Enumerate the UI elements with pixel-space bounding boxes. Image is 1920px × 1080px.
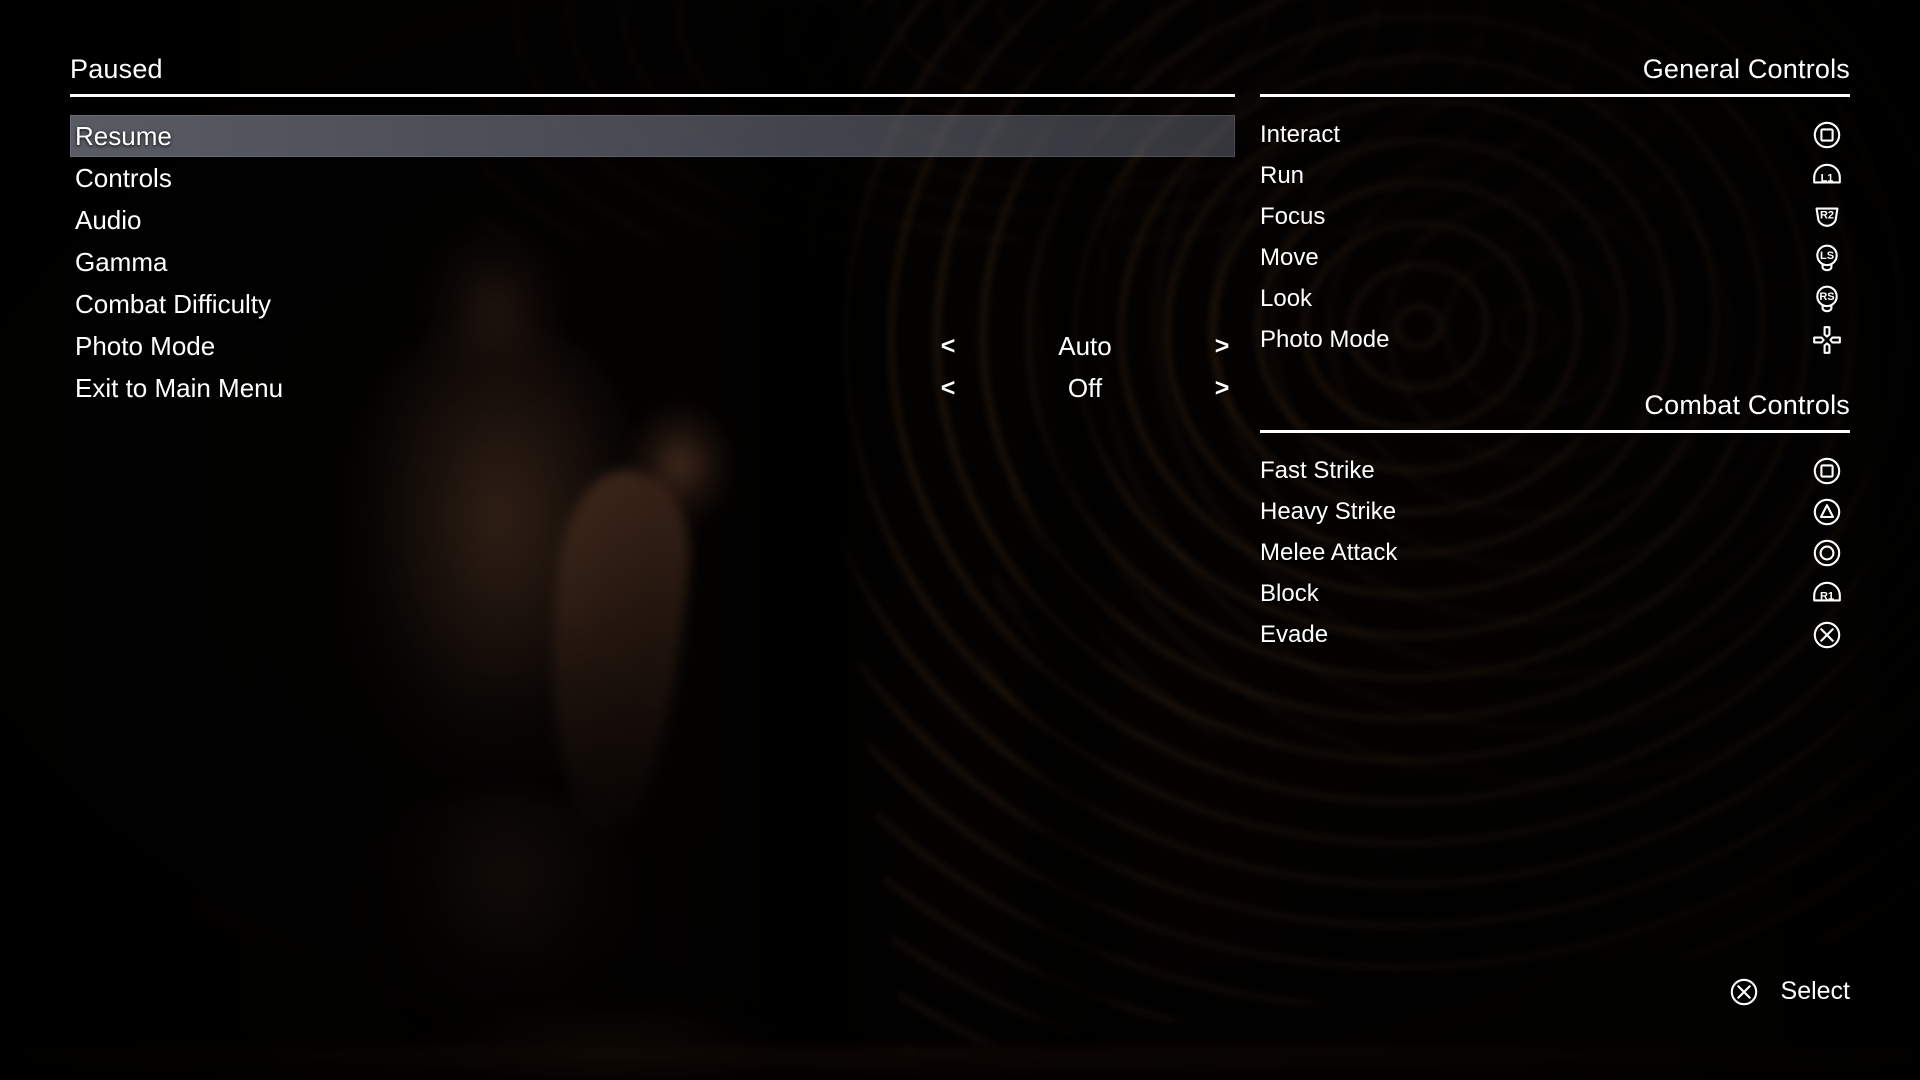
ps-square-button-icon [1804, 114, 1850, 155]
svg-text:R2: R2 [1820, 209, 1834, 221]
controls-section-divider [1260, 430, 1850, 433]
control-binding-row: Interact [1260, 114, 1850, 155]
controls-section-title: Combat Controls [1644, 390, 1850, 420]
control-binding-action: Photo Mode [1260, 325, 1390, 353]
control-binding-action: Look [1260, 284, 1313, 312]
controls-binding-list: Interact Run L1 Focus R2 Move LS Look RS Photo Mo… [1260, 114, 1850, 360]
pause-menu-item-label: Controls [75, 163, 172, 193]
svg-text:RS: RS [1819, 291, 1834, 303]
ps-r1-bumper-icon: R1 [1804, 573, 1850, 614]
control-binding-action: Fast Strike [1260, 456, 1375, 484]
svg-text:L1: L1 [1821, 172, 1834, 184]
control-binding-row: Focus R2 [1260, 196, 1850, 237]
pause-menu-pane: Paused Resume Controls Audio Gamma Combat Di… [70, 52, 1235, 409]
controls-section-title: General Controls [1642, 54, 1850, 84]
control-binding-row: Block R1 [1260, 573, 1850, 614]
page-title: Paused [70, 54, 163, 84]
control-binding-action: Focus [1260, 202, 1326, 230]
pause-menu-item-label: Gamma [75, 247, 168, 277]
controls-section-divider [1260, 94, 1850, 97]
confirm-prompt: Select [1721, 971, 1850, 1012]
svg-text:LS: LS [1820, 250, 1834, 262]
control-binding-row: Run L1 [1260, 155, 1850, 196]
pause-menu-list: Resume Controls Audio Gamma Combat Difficult… [70, 115, 1235, 409]
control-binding-action: Interact [1260, 120, 1341, 148]
pause-menu-item-label: Combat Difficulty [75, 289, 272, 319]
pause-menu-item-combat-difficulty[interactable]: Combat Difficulty < Auto > [70, 283, 1235, 361]
ps-square-button-icon [1804, 450, 1850, 491]
ps-l1-bumper-icon: L1 [1804, 155, 1850, 196]
control-binding-row: Move LS [1260, 237, 1850, 278]
controls-pane: General Controls Interact Run L1 Focus R2 Move… [1260, 52, 1850, 655]
pause-menu-item-label: Photo Mode [75, 331, 216, 361]
ps-left-stick-icon: LS [1804, 237, 1850, 278]
ps-circle-button-icon [1804, 532, 1850, 573]
control-binding-row: Fast Strike [1260, 450, 1850, 491]
control-binding-action: Melee Attack [1260, 538, 1398, 566]
pause-menu-item-exit-to-main-menu[interactable]: Exit to Main Menu [70, 367, 1235, 409]
ps-r2-trigger-icon: R2 [1804, 196, 1850, 237]
ps-triangle-button-icon [1804, 491, 1850, 532]
control-binding-action: Block [1260, 579, 1319, 607]
control-binding-action: Evade [1260, 620, 1329, 648]
control-binding-row: Evade [1260, 614, 1850, 655]
pause-menu-item-controls[interactable]: Controls [70, 157, 1235, 199]
ps-cross-button-icon [1804, 614, 1850, 655]
ps-dpad-icon [1804, 319, 1850, 360]
pause-menu-item-label: Exit to Main Menu [75, 373, 284, 403]
control-binding-row: Photo Mode [1260, 319, 1850, 360]
control-binding-row: Melee Attack [1260, 532, 1850, 573]
svg-text:R1: R1 [1820, 590, 1834, 602]
pause-menu-item-audio[interactable]: Audio [70, 199, 1235, 241]
ps-cross-button-icon [1721, 971, 1767, 1012]
controls-section-gap [1260, 360, 1850, 388]
controls-binding-list: Fast Strike Heavy Strike Melee Attack Block… [1260, 450, 1850, 655]
control-binding-action: Move [1260, 243, 1319, 271]
pause-menu-overlay: Paused Resume Controls Audio Gamma Combat Di… [0, 0, 1920, 1080]
pause-menu-divider [70, 94, 1235, 97]
ps-right-stick-icon: RS [1804, 278, 1850, 319]
pause-menu-item-photo-mode[interactable]: Photo Mode < Off > [70, 325, 1235, 403]
control-binding-row: Look RS [1260, 278, 1850, 319]
control-binding-action: Heavy Strike [1260, 497, 1397, 525]
control-binding-row: Heavy Strike [1260, 491, 1850, 532]
pause-menu-item-label: Audio [75, 205, 142, 235]
pause-menu-item-label: Resume [75, 121, 172, 151]
control-binding-action: Run [1260, 161, 1305, 189]
game-pause-screen: Paused Resume Controls Audio Gamma Combat Di… [0, 0, 1920, 1080]
pause-menu-item-gamma[interactable]: Gamma [70, 241, 1235, 283]
confirm-prompt-label: Select [1780, 977, 1850, 1005]
pause-menu-item-resume[interactable]: Resume [70, 115, 1235, 157]
